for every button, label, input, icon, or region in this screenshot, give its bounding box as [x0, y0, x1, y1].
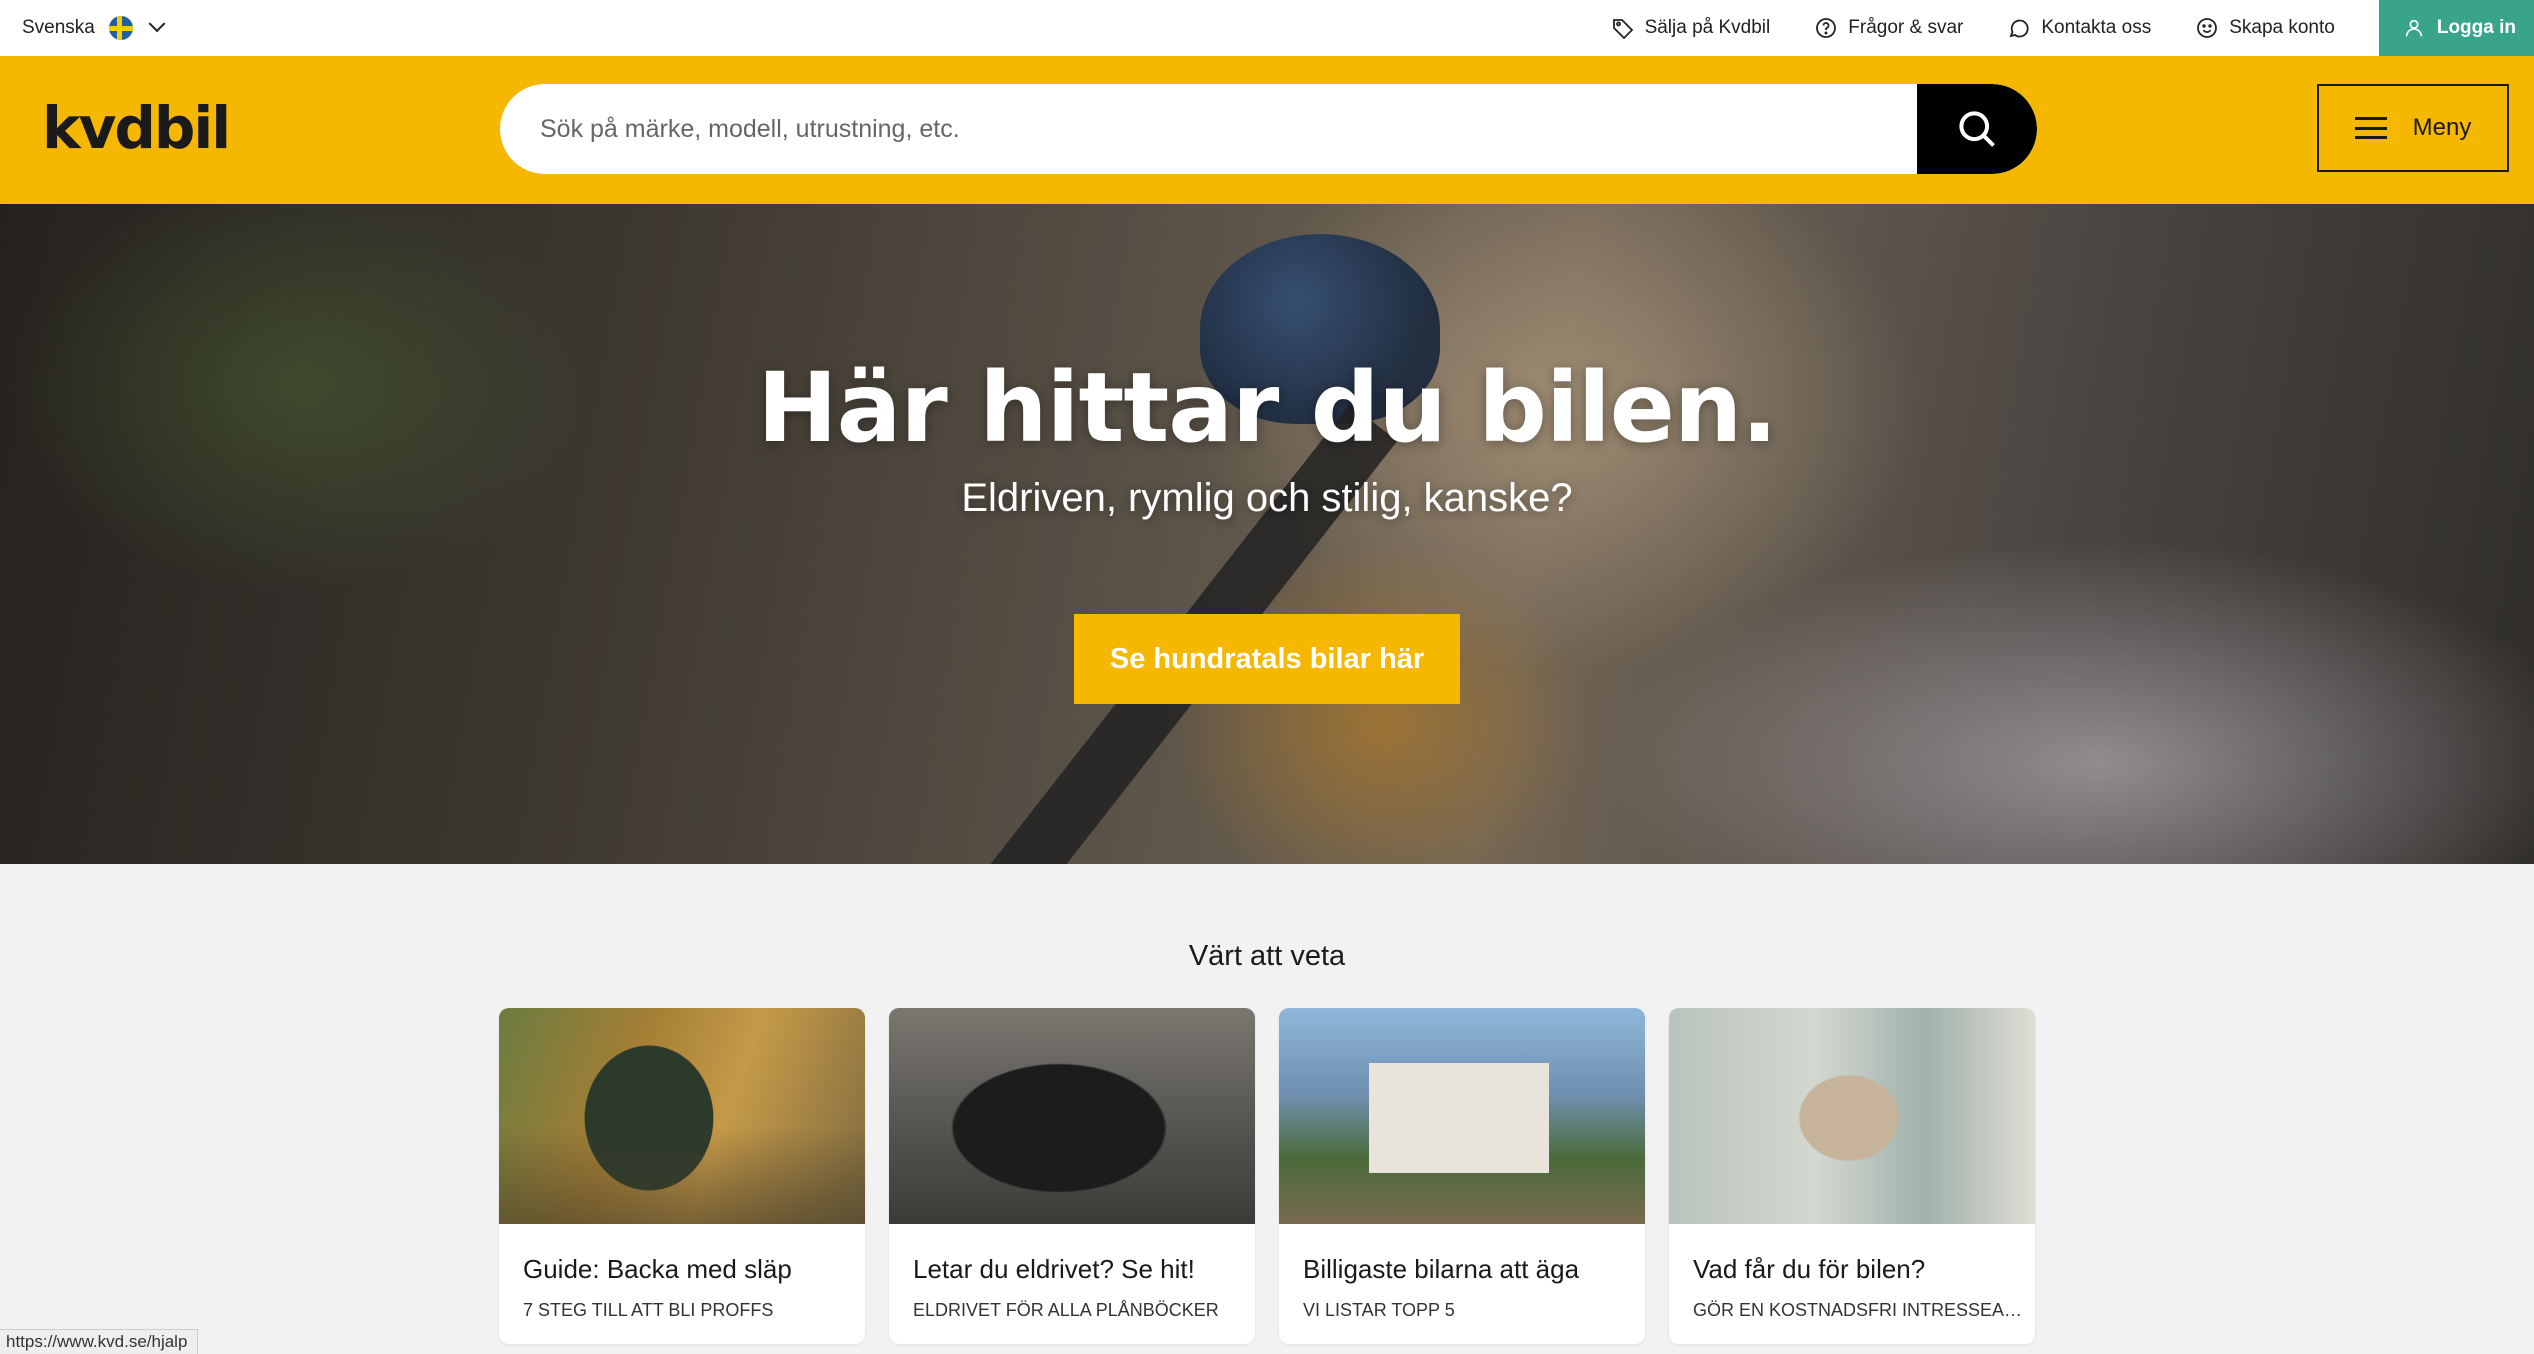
chat-icon — [2009, 19, 2029, 38]
article-card[interactable]: Vad får du för bilen? GÖR EN KOSTNADSFRI… — [1669, 1008, 2035, 1344]
sell-link[interactable]: Sälja på Kvdbil — [1611, 16, 1771, 40]
article-image — [1279, 1008, 1645, 1224]
user-icon — [2405, 19, 2423, 37]
smiley-icon — [2197, 18, 2218, 38]
search-icon — [1959, 111, 1995, 147]
menu-label: Meny — [2412, 114, 2472, 141]
article-card[interactable]: Letar du eldrivet? Se hit! ELDRIVET FÖR … — [889, 1008, 1255, 1344]
article-image — [889, 1008, 1255, 1224]
article-card[interactable]: Guide: Backa med släp 7 STEG TILL ATT BL… — [499, 1008, 865, 1344]
tag-icon — [1612, 19, 1633, 40]
search-input[interactable] — [500, 84, 1910, 174]
search-button[interactable] — [1917, 84, 2037, 174]
article-title: Billigaste bilarna att äga — [1303, 1254, 1580, 1284]
search-bar — [500, 84, 2037, 174]
article-title: Guide: Backa med släp — [523, 1254, 792, 1284]
hero-banner: Här hittar du bilen. Eldriven, rymlig oc… — [0, 204, 2534, 864]
contact-link[interactable]: Kontakta oss — [2007, 16, 2151, 40]
chevron-down-icon — [148, 15, 166, 33]
browse-cars-button[interactable]: Se hundratals bilar här — [1074, 614, 1460, 704]
main-header: kvdbil Meny — [0, 56, 2534, 204]
article-image — [1669, 1008, 2035, 1224]
hero-title: Här hittar du bilen. — [757, 352, 1777, 464]
sell-link-label: Sälja på Kvdbil — [1644, 17, 1771, 38]
article-image — [499, 1008, 865, 1224]
article-subtitle: ELDRIVET FÖR ALLA PLÅNBÖCKER — [913, 1300, 1219, 1320]
create-account-label: Skapa konto — [2229, 17, 2335, 38]
hero-subtitle: Eldriven, rymlig och stilig, kanske? — [961, 476, 1573, 520]
faq-link-label: Frågor & svar — [1848, 17, 1964, 38]
language-label: Svenska — [22, 17, 95, 38]
menu-button[interactable]: Meny — [2317, 84, 2509, 172]
kvdbil-logo[interactable]: kvdbil — [42, 94, 231, 162]
swedish-flag-icon — [108, 16, 133, 40]
top-utility-bar: Svenska Sälja på Kvdbil Frågor & svar Ko… — [0, 0, 2534, 57]
language-selector[interactable]: Svenska — [22, 0, 166, 56]
hero-image-overlay — [0, 204, 2534, 864]
create-account-link[interactable]: Skapa konto — [2195, 16, 2335, 40]
faq-link[interactable]: Frågor & svar — [1814, 16, 1963, 40]
contact-link-label: Kontakta oss — [2041, 17, 2152, 38]
article-subtitle: VI LISTAR TOPP 5 — [1303, 1300, 1455, 1320]
article-title: Vad får du för bilen? — [1693, 1254, 1926, 1284]
login-button[interactable]: Logga in — [2378, 0, 2534, 56]
question-icon — [1816, 18, 1837, 38]
status-url: https://www.kvd.se/hjalp — [0, 1329, 199, 1354]
hamburger-icon — [2354, 117, 2387, 139]
article-title: Letar du eldrivet? Se hit! — [913, 1254, 1195, 1284]
section-title: Värt att veta — [1188, 940, 1346, 972]
article-subtitle: 7 STEG TILL ATT BLI PROFFS — [523, 1300, 774, 1320]
article-card[interactable]: Billigaste bilarna att äga VI LISTAR TOP… — [1279, 1008, 1645, 1344]
login-label: Logga in — [2436, 17, 2516, 38]
top-links: Sälja på Kvdbil Frågor & svar Kontakta o… — [1611, 0, 2534, 56]
article-subtitle: GÖR EN KOSTNADSFRI INTRESSEANMÄLAN — [1693, 1300, 2023, 1320]
